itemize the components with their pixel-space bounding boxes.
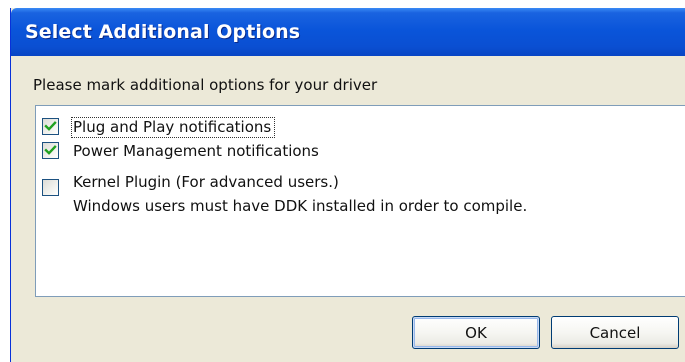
ok-button[interactable]: OK — [412, 316, 540, 349]
kernel-plugin-checkbox[interactable] — [42, 179, 59, 196]
cancel-button[interactable]: Cancel — [551, 316, 679, 349]
kernel-plugin-note: Windows users must have DDK installed in… — [73, 197, 528, 215]
option-power-management[interactable]: Power Management notifications — [42, 142, 319, 161]
plug-and-play-label: Plug and Play notifications — [70, 117, 276, 138]
kernel-plugin-label: Kernel Plugin (For advanced users.) Wind… — [73, 170, 527, 218]
dialog-window: Select Additional Options Please mark ad… — [10, 8, 685, 362]
option-kernel-plugin[interactable]: Kernel Plugin (For advanced users.) Wind… — [42, 170, 527, 218]
plug-and-play-checkbox[interactable] — [42, 118, 59, 135]
dialog-prompt: Please mark additional options for your … — [33, 76, 378, 94]
checkmark-icon — [44, 145, 57, 155]
power-management-checkbox[interactable] — [42, 142, 59, 159]
dialog-title: Select Additional Options — [25, 21, 301, 43]
checkmark-icon — [44, 121, 57, 131]
power-management-label: Power Management notifications — [73, 142, 319, 160]
kernel-plugin-title: Kernel Plugin (For advanced users.) — [73, 173, 339, 191]
options-list: Plug and Play notifications Power Manage… — [35, 105, 685, 297]
title-bar[interactable]: Select Additional Options — [11, 8, 685, 56]
option-plug-and-play[interactable]: Plug and Play notifications — [42, 117, 276, 138]
